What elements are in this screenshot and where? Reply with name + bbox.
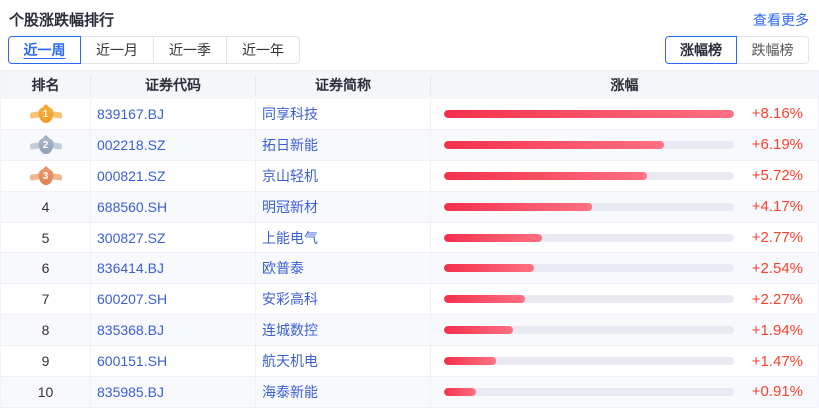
table-row[interactable]: 3 000821.SZ 京山轻机 +5.72%: [1, 160, 818, 192]
stock-code-link[interactable]: 835985.BJ: [91, 384, 164, 400]
header-name: 证券简称: [256, 75, 431, 95]
stock-name-link[interactable]: 上能电气: [256, 228, 318, 248]
change-percent: +2.54%: [751, 259, 803, 277]
change-bar-track: [444, 140, 734, 149]
table-row[interactable]: 4 688560.SH 明冠新材 +4.17%: [1, 191, 818, 223]
change-bar-track: [444, 264, 734, 273]
stock-name-link[interactable]: 安彩高科: [256, 289, 318, 309]
tab-last-week[interactable]: 近一周: [8, 36, 81, 64]
stock-name-link[interactable]: 航天机电: [256, 351, 318, 371]
stock-code-link[interactable]: 839167.BJ: [91, 106, 164, 122]
change-percent: +1.94%: [751, 321, 803, 339]
stock-name-link[interactable]: 连城数控: [256, 320, 318, 340]
tab-last-year[interactable]: 近一年: [227, 36, 300, 64]
gainers-toggle[interactable]: 涨幅榜: [665, 36, 737, 64]
stock-name-link[interactable]: 京山轻机: [256, 166, 318, 186]
change-bar-track: [444, 233, 734, 242]
change-bar: [444, 387, 477, 396]
stock-code-link[interactable]: 002218.SZ: [91, 137, 166, 153]
rank-number: 8: [41, 322, 50, 339]
controls-row: 近一周 近一月 近一季 近一年 涨幅榜 跌幅榜: [0, 30, 819, 64]
stock-code-link[interactable]: 600207.SH: [91, 291, 167, 307]
change-percent: +6.19%: [751, 136, 803, 154]
rank-number: 7: [41, 291, 50, 308]
stock-name-link[interactable]: 海泰新能: [256, 382, 318, 402]
change-percent: +2.27%: [751, 290, 803, 308]
table-row[interactable]: 9 600151.SH 航天机电 +1.47%: [1, 346, 818, 378]
change-bar: [444, 171, 648, 180]
change-bar-track: [444, 202, 734, 211]
change-bar-track: [444, 295, 734, 304]
stock-code-link[interactable]: 600151.SH: [91, 353, 167, 369]
header-code: 证券代码: [91, 75, 256, 95]
table-row[interactable]: 1 839167.BJ 同享科技 +8.16%: [1, 99, 818, 130]
header-change: 涨幅: [610, 77, 639, 93]
header-rank: 排名: [1, 75, 91, 95]
table-row[interactable]: 6 836414.BJ 欧普泰 +2.54%: [1, 253, 818, 285]
bronze-medal-icon: 3: [29, 165, 62, 186]
stock-code-link[interactable]: 835368.BJ: [91, 322, 164, 338]
table-row[interactable]: 8 835368.BJ 连城数控 +1.94%: [1, 315, 818, 347]
change-bar: [444, 109, 734, 118]
rank-number: 5: [41, 229, 50, 246]
tab-last-month[interactable]: 近一月: [81, 36, 154, 64]
rank-number: 10: [37, 383, 54, 400]
stock-name-link[interactable]: 明冠新材: [256, 197, 318, 217]
table-header-row: 排名 证券代码 证券简称 涨幅: [1, 71, 818, 99]
stock-code-link[interactable]: 000821.SZ: [91, 168, 166, 184]
stock-name-link[interactable]: 同享科技: [256, 104, 318, 124]
view-more-link[interactable]: 查看更多: [753, 10, 809, 30]
widget-header: 个股涨跌幅排行 查看更多: [0, 0, 819, 30]
change-bar-track: [444, 387, 734, 396]
stock-code-link[interactable]: 688560.SH: [91, 199, 167, 215]
table-row[interactable]: 5 300827.SZ 上能电气 +2.77%: [1, 222, 818, 254]
change-percent: +2.77%: [751, 229, 803, 246]
rank-number: 9: [41, 353, 50, 370]
change-percent: +0.91%: [751, 383, 803, 401]
table-row[interactable]: 7 600207.SH 安彩高科 +2.27%: [1, 284, 818, 316]
change-percent: +8.16%: [751, 105, 803, 123]
table-row[interactable]: 10 835985.BJ 海泰新能 +0.91%: [1, 377, 818, 408]
period-tabs: 近一周 近一月 近一季 近一年: [8, 36, 300, 64]
ranking-table: 排名 证券代码 证券简称 涨幅 1 839167.BJ 同享科技 +8.16% …: [0, 70, 819, 408]
rank-direction-toggle: 涨幅榜 跌幅榜: [665, 36, 809, 64]
stock-name-link[interactable]: 欧普泰: [256, 258, 304, 278]
change-bar: [444, 295, 525, 304]
change-bar: [444, 140, 664, 149]
stock-name-link[interactable]: 拓日新能: [256, 135, 318, 155]
change-bar-track: [444, 109, 734, 118]
page-title: 个股涨跌幅排行: [9, 12, 115, 29]
change-bar-track: [444, 171, 734, 180]
rank-number: 4: [41, 198, 50, 215]
tab-last-quarter[interactable]: 近一季: [154, 36, 227, 64]
change-bar: [444, 326, 513, 335]
change-bar-track: [444, 357, 734, 366]
change-bar: [444, 357, 497, 366]
table-row[interactable]: 2 002218.SZ 拓日新能 +6.19%: [1, 129, 818, 161]
change-bar: [444, 202, 593, 211]
change-percent: +4.17%: [751, 198, 803, 216]
silver-medal-icon: 2: [29, 134, 62, 155]
stock-code-link[interactable]: 300827.SZ: [91, 230, 166, 246]
stock-code-link[interactable]: 836414.BJ: [91, 260, 164, 276]
rank-number: 6: [41, 260, 50, 277]
change-bar: [444, 233, 543, 242]
change-percent: +1.47%: [751, 352, 803, 370]
change-bar: [444, 264, 535, 273]
gold-medal-icon: 1: [29, 103, 62, 124]
change-bar-track: [444, 326, 734, 335]
losers-toggle[interactable]: 跌幅榜: [737, 36, 809, 64]
change-percent: +5.72%: [751, 167, 803, 185]
